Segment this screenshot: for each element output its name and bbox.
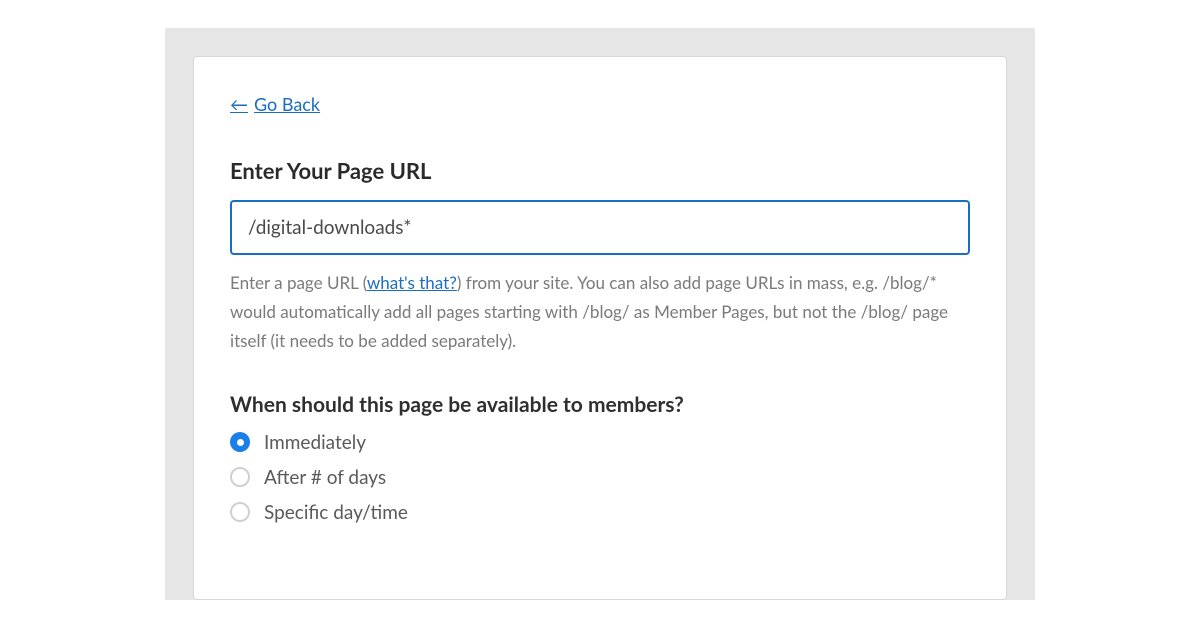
arrow-left-icon: ← <box>230 93 248 115</box>
radio-label: Specific day/time <box>264 501 408 524</box>
radio-icon-unselected <box>230 502 250 522</box>
go-back-link[interactable]: ← Go Back <box>230 93 320 115</box>
url-heading: Enter Your Page URL <box>230 157 970 184</box>
radio-label: After # of days <box>264 466 386 489</box>
availability-radio-group: Immediately After # of days Specific day… <box>230 431 970 524</box>
radio-icon-unselected <box>230 467 250 487</box>
whats-that-link[interactable]: what's that? <box>367 272 457 293</box>
url-help-text: Enter a page URL (what's that?) from you… <box>230 269 970 356</box>
help-prefix: Enter a page URL ( <box>230 272 367 293</box>
go-back-label: Go Back <box>254 93 320 115</box>
form-card: ← Go Back Enter Your Page URL Enter a pa… <box>193 56 1007 600</box>
radio-icon-selected <box>230 432 250 452</box>
page-background: ← Go Back Enter Your Page URL Enter a pa… <box>165 28 1035 600</box>
radio-label: Immediately <box>264 431 366 454</box>
radio-option-immediately[interactable]: Immediately <box>230 431 970 454</box>
radio-option-specific-day[interactable]: Specific day/time <box>230 501 970 524</box>
radio-option-after-days[interactable]: After # of days <box>230 466 970 489</box>
page-url-input[interactable] <box>230 200 970 255</box>
availability-heading: When should this page be available to me… <box>230 392 970 417</box>
